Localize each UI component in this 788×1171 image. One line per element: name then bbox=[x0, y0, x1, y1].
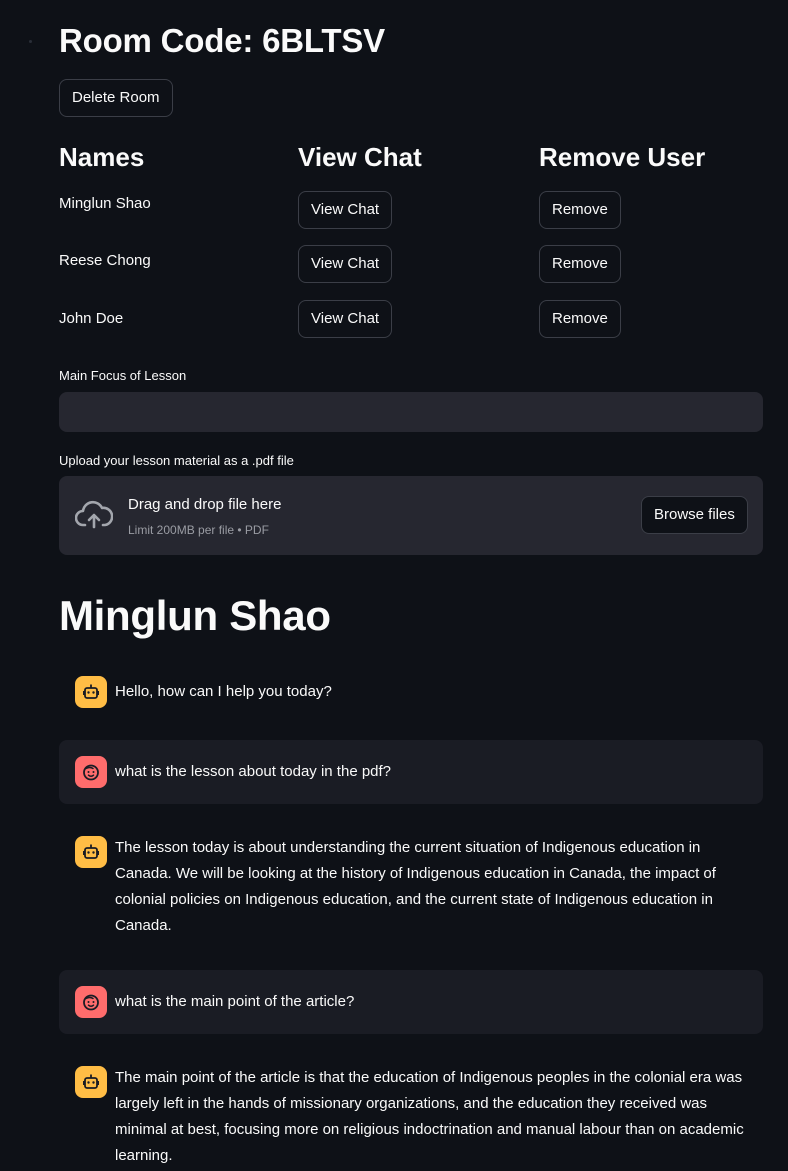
chat-message-assistant: The lesson today is about understanding … bbox=[59, 820, 763, 950]
room-code-title: Room Code: 6BLTSV bbox=[59, 22, 385, 59]
app-page: Room Code: 6BLTSV Delete Room Names View… bbox=[0, 0, 788, 1171]
main-focus-label: Main Focus of Lesson bbox=[59, 368, 187, 383]
message-text: what is the lesson about today in the pd… bbox=[115, 763, 392, 780]
view-chat-header: View Chat bbox=[298, 142, 422, 172]
user-name: John Doe bbox=[59, 310, 124, 327]
smiley-icon bbox=[75, 756, 107, 788]
names-header: Names bbox=[59, 142, 145, 172]
cloud-upload-icon bbox=[75, 500, 113, 529]
chat-message-user: what is the main point of the article? bbox=[59, 970, 763, 1034]
remove-user-button[interactable]: Remove bbox=[539, 191, 621, 229]
user-name: Minglun Shao bbox=[59, 195, 151, 212]
user-name: Reese Chong bbox=[59, 252, 151, 269]
main-focus-input[interactable] bbox=[59, 392, 763, 432]
message-text: The main point of the article is that th… bbox=[115, 1069, 744, 1164]
remove-user-header: Remove User bbox=[539, 142, 706, 172]
browse-files-button[interactable]: Browse files bbox=[641, 496, 748, 534]
dropzone-limit: Limit 200MB per file • PDF bbox=[128, 523, 269, 537]
robot-icon bbox=[75, 1066, 107, 1098]
message-text: Hello, how can I help you today? bbox=[115, 683, 332, 700]
chat-message-assistant: The main point of the article is that th… bbox=[59, 1050, 763, 1171]
chat-message-user: what is the lesson about today in the pd… bbox=[59, 740, 763, 804]
robot-icon bbox=[75, 676, 107, 708]
view-chat-button[interactable]: View Chat bbox=[298, 300, 393, 338]
chat-message-assistant: Hello, how can I help you today? bbox=[59, 664, 763, 720]
view-chat-button[interactable]: View Chat bbox=[298, 191, 393, 229]
view-chat-button[interactable]: View Chat bbox=[298, 245, 393, 283]
robot-icon bbox=[75, 836, 107, 868]
chat-title: Minglun Shao bbox=[59, 592, 331, 639]
message-text: what is the main point of the article? bbox=[115, 993, 355, 1010]
remove-user-button[interactable]: Remove bbox=[539, 245, 621, 283]
upload-label: Upload your lesson material as a .pdf fi… bbox=[59, 453, 294, 468]
message-text: The lesson today is about understanding … bbox=[115, 839, 716, 934]
file-dropzone[interactable]: Drag and drop file here Limit 200MB per … bbox=[59, 476, 763, 555]
decorative-dot bbox=[29, 40, 32, 43]
delete-room-button[interactable]: Delete Room bbox=[59, 79, 173, 117]
remove-user-button[interactable]: Remove bbox=[539, 300, 621, 338]
smiley-icon bbox=[75, 986, 107, 1018]
dropzone-instruction: Drag and drop file here bbox=[128, 496, 282, 513]
